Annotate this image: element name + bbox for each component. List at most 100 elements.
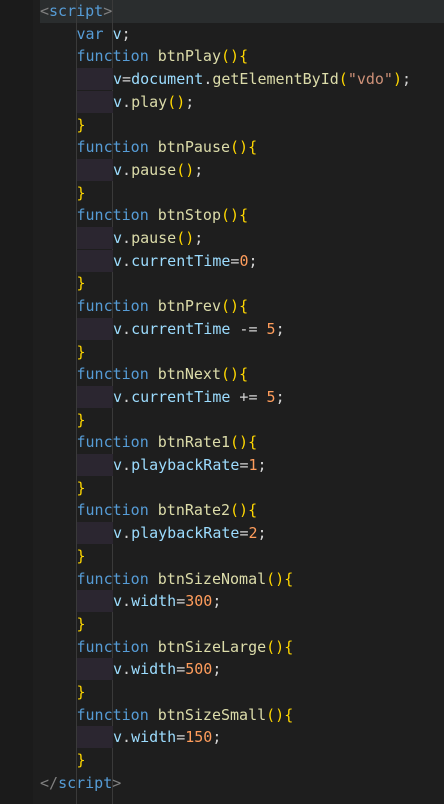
code-token: () [221,297,240,316]
code-token: var [76,24,113,43]
code-editor[interactable]: <script> var v; function btnPlay(){v=docum… [40,0,444,804]
code-token: getElementById [212,70,339,89]
code-line[interactable]: } [40,749,86,772]
code-line[interactable]: function btnPause(){ [40,136,258,159]
code-line[interactable]: function btnSizeNomal(){ [40,568,294,591]
code-line[interactable]: function btnRate1(){ [40,431,258,454]
code-token: pause [131,160,177,179]
code-token: } [76,614,86,633]
code-line[interactable]: function btnPlay(){ [40,45,249,68]
code-token: += [230,387,267,406]
code-line[interactable]: v.playbackRate=2; [40,522,267,545]
code-line[interactable]: } [40,477,86,500]
code-token: . [122,319,132,338]
code-token: currentTime [131,319,231,338]
code-line[interactable]: } [40,272,86,295]
code-token: } [76,342,86,361]
code-token: . [122,387,132,406]
code-token: = [176,660,186,679]
code-token: } [76,478,86,497]
code-line[interactable]: v.currentTime -= 5; [40,317,285,341]
code-line[interactable]: } [40,613,86,636]
code-line[interactable]: v.currentTime=0; [40,249,258,273]
indent-whitespace [76,227,113,249]
code-token: 2 [248,524,258,543]
code-token: . [122,92,132,111]
code-line[interactable]: v.pause(); [40,227,203,250]
code-line[interactable]: } [40,182,86,205]
line-number-gutter [0,0,33,804]
code-token: } [76,115,86,134]
code-token: width [131,660,177,679]
code-token: function [76,501,158,520]
code-token: { [248,138,258,157]
code-line[interactable]: } [40,409,86,432]
code-token: { [284,569,294,588]
code-line[interactable]: v.width=300; [40,590,221,613]
code-token: playbackRate [131,524,240,543]
code-line[interactable]: function btnStop(){ [40,204,249,227]
code-token: . [122,524,132,543]
code-token: = [122,70,132,89]
code-line[interactable]: function btnSizeLarge(){ [40,636,294,659]
code-token: script [58,773,113,792]
code-line[interactable]: v.playbackRate=1; [40,454,267,477]
code-token: () [221,206,240,225]
code-token: ; [275,319,285,338]
code-line[interactable]: v.width=500; [40,658,221,681]
code-token: v [113,456,123,474]
code-line[interactable]: var v; [40,23,131,46]
code-line[interactable]: function btnSizeSmall(){ [40,704,294,727]
code-line[interactable]: function btnPrev(){ [40,295,249,318]
code-token: { [239,365,249,384]
code-line[interactable]: } [40,114,86,137]
code-token: { [284,637,294,656]
indent-whitespace [76,249,113,272]
code-token: width [131,728,177,747]
code-token: btnSizeNomal [157,569,267,588]
code-token: } [76,410,86,429]
code-line[interactable]: v=document.getElementById("vdo"); [40,68,411,91]
indent-whitespace [76,158,113,181]
code-token: } [76,183,86,202]
code-line[interactable]: v.currentTime += 5; [40,385,285,409]
code-token: ; [121,24,131,43]
code-line[interactable]: v.width=150; [40,726,221,749]
code-line[interactable]: v.play(); [40,90,194,114]
code-line[interactable]: } [40,681,86,704]
code-line[interactable]: } [40,545,86,568]
code-token: v [113,92,123,111]
code-line[interactable]: function btnNext(){ [40,363,249,386]
code-token: pause [131,229,177,247]
code-line[interactable]: function btnRate2(){ [40,499,258,522]
code-token: playbackRate [131,456,240,474]
code-token: function [76,365,158,384]
code-line[interactable]: </script> [40,772,121,795]
indent-whitespace [76,68,113,91]
indent-whitespace [76,454,113,476]
code-token: function [76,138,158,157]
code-token: </ [40,773,59,792]
code-token: ; [212,660,222,679]
code-token: 1 [248,456,258,474]
code-token: = [176,592,186,611]
code-line[interactable]: <script> [40,0,112,23]
code-line[interactable]: } [40,341,86,364]
code-line[interactable]: v.pause(); [40,158,203,182]
code-token: . [122,728,132,747]
